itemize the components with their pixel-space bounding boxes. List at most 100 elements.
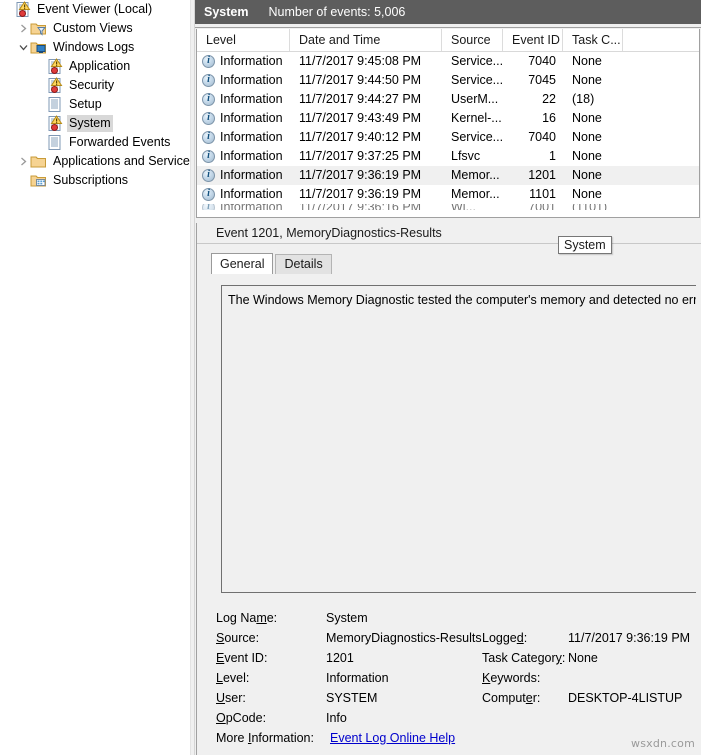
user-value: SYSTEM <box>326 691 378 705</box>
event-level-text: Information <box>220 130 283 144</box>
console-tree-pane[interactable]: Event Viewer (Local) Custom Views Windows … <box>0 0 190 755</box>
event-description-box[interactable]: The Windows Memory Diagnostic tested the… <box>221 285 696 593</box>
event-source-cell: Service... <box>451 130 503 144</box>
tree-item-setup[interactable]: Setup <box>0 95 190 114</box>
event-level-text: Information <box>220 54 283 68</box>
column-header-blank[interactable] <box>623 29 699 51</box>
event-detail-tabs[interactable]: General Details <box>211 253 332 274</box>
event-viewer-icon <box>14 1 31 18</box>
event-date-cell: 11/7/2017 9:43:49 PM <box>299 111 422 125</box>
event-id-cell: 16 <box>542 111 556 125</box>
event-row[interactable]: Information 11/7/2017 9:36:16 PMWi...7001… <box>197 204 699 210</box>
tree-item-forwarded-events[interactable]: Forwarded Events <box>0 133 190 152</box>
event-level-cell: Information <box>197 109 290 128</box>
event-row[interactable]: Information 11/7/2017 9:44:50 PM Service..… <box>197 71 699 90</box>
logged-label: Logged: <box>482 631 528 645</box>
event-row[interactable]: Information 11/7/2017 9:43:49 PM Kernel-..… <box>197 109 699 128</box>
event-source-cell: Memor... <box>451 187 500 201</box>
event-task-cell: None <box>572 149 602 163</box>
opcode-value: Info <box>326 711 347 725</box>
field-row-log-name: Log Name: System <box>197 608 701 628</box>
event-row[interactable]: Information 11/7/2017 9:40:12 PM Service..… <box>197 128 699 147</box>
tree-item-applications-and-services-lo[interactable]: Applications and Services Lo <box>0 152 190 171</box>
log-name-value: System <box>326 611 368 625</box>
tree-item-application[interactable]: Application <box>0 57 190 76</box>
tree-item-subscriptions[interactable]: Subscriptions <box>0 171 190 190</box>
tree-item-custom-views[interactable]: Custom Views <box>0 19 190 38</box>
field-row-user-computer: User: SYSTEM Computer: DESKTOP-4LISTUP <box>197 688 701 708</box>
information-icon <box>202 55 215 68</box>
event-log-online-help-link[interactable]: Event Log Online Help <box>330 728 455 748</box>
tree-item-event-viewer-local[interactable]: Event Viewer (Local) <box>0 0 190 19</box>
event-description-text: The Windows Memory Diagnostic tested the… <box>228 293 696 307</box>
event-id-cell: 7001 <box>503 204 563 210</box>
event-row[interactable]: Information 11/7/2017 9:36:19 PM Memor... 1… <box>197 166 699 185</box>
event-date-cell: 11/7/2017 9:36:19 PM <box>299 168 422 182</box>
event-date-cell: 11/7/2017 9:40:12 PM <box>299 130 422 144</box>
event-level-cell: Information <box>197 71 290 90</box>
event-date-cell: 11/7/2017 9:44:27 PM <box>299 92 422 106</box>
task-category-value: None <box>568 651 598 665</box>
column-header-source[interactable]: Source <box>442 29 503 51</box>
chevron-right-icon[interactable] <box>16 19 30 38</box>
event-date-cell: 11/7/2017 9:36:19 PM <box>299 187 422 201</box>
tree-item-system[interactable]: System <box>0 114 190 133</box>
column-header-event-id[interactable]: Event ID <box>503 29 563 51</box>
event-level-cell: Information <box>197 52 290 71</box>
tab-details[interactable]: Details <box>275 254 332 274</box>
event-id-cell: 22 <box>542 92 556 106</box>
computer-value: DESKTOP-4LISTUP <box>568 691 683 705</box>
event-level-cell: Information <box>197 166 290 185</box>
event-list[interactable]: Level Date and Time Source Event ID Task… <box>196 29 700 218</box>
event-level-cell: Information <box>197 90 290 109</box>
log-alert-icon <box>46 115 63 132</box>
information-icon <box>202 188 215 201</box>
tree-item-security[interactable]: Security <box>0 76 190 95</box>
event-id-cell: 7045 <box>528 73 556 87</box>
event-source-cell: Kernel-... <box>451 111 502 125</box>
event-row[interactable]: Information 11/7/2017 9:44:27 PM UserM... 2… <box>197 90 699 109</box>
event-list-column-headers[interactable]: Level Date and Time Source Event ID Task… <box>197 29 699 52</box>
event-level-text: Information <box>220 149 283 163</box>
event-row[interactable]: Information 11/7/2017 9:37:25 PM Lfsvc 1 Non… <box>197 147 699 166</box>
log-alert-icon <box>46 58 63 75</box>
event-source-cell: Lfsvc <box>451 149 481 163</box>
log-details-pane: System Number of events: 5,006 Level Dat… <box>195 0 701 755</box>
app-services-folder-icon <box>30 153 47 170</box>
column-header-level[interactable]: Level <box>197 29 290 51</box>
chevron-down-icon[interactable] <box>16 38 30 57</box>
information-icon <box>202 169 215 182</box>
tab-general[interactable]: General <box>211 253 274 274</box>
log-plain-icon <box>46 96 63 113</box>
column-header-date[interactable]: Date and Time <box>290 29 442 51</box>
field-row-level-keywords: Level: Information Keywords: <box>197 668 701 688</box>
event-field-grid: Log Name: System Source: MemoryDiagnosti… <box>197 608 701 748</box>
event-task-cell: None <box>572 187 602 201</box>
event-level-cell: Information <box>197 128 290 147</box>
opcode-label: OpCode: <box>216 711 267 725</box>
log-alert-icon <box>46 77 63 94</box>
column-header-task-category[interactable]: Task C... <box>563 29 623 51</box>
information-icon <box>202 204 215 210</box>
field-row-opcode: OpCode: Info <box>197 708 701 728</box>
event-level-text: Information <box>220 111 283 125</box>
tree-item-label: Applications and Services Lo <box>53 154 190 168</box>
event-detail-caption: Event 1201, MemoryDiagnostics-Results <box>197 223 701 244</box>
more-information-label: More Information: <box>216 731 314 745</box>
source-value: MemoryDiagnostics-Results <box>326 631 482 645</box>
log-header-event-count: Number of events: 5,006 <box>268 5 406 19</box>
event-task-cell: (18) <box>572 92 595 106</box>
event-row[interactable]: Information 11/7/2017 9:45:08 PM Service..… <box>197 52 699 71</box>
event-row[interactable]: Information 11/7/2017 9:36:19 PM Memor... 1… <box>197 185 699 204</box>
event-source-cell: Wi... <box>442 204 503 210</box>
tree-item-windows-logs[interactable]: Windows Logs <box>0 38 190 57</box>
information-icon <box>202 150 215 163</box>
tree-item-label: Windows Logs <box>53 40 135 54</box>
logged-value: 11/7/2017 9:36:19 PM <box>568 631 691 645</box>
event-date-cell: 11/7/2017 9:45:08 PM <box>299 54 422 68</box>
chevron-right-icon[interactable] <box>16 152 30 171</box>
field-row-more-information: More Information: Event Log Online Help <box>197 728 701 748</box>
information-icon <box>202 93 215 106</box>
computer-label: Computer: <box>482 691 541 705</box>
